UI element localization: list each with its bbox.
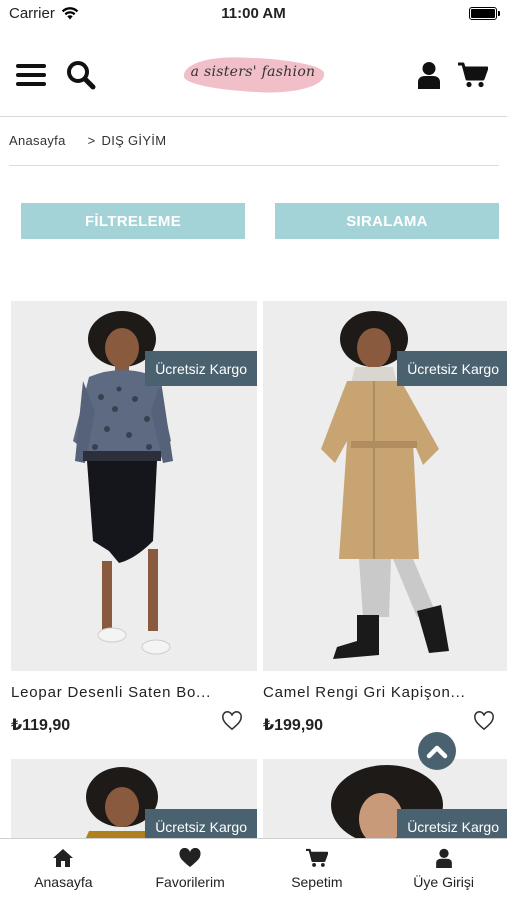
account-button[interactable] — [412, 58, 446, 92]
favorite-heart-icon[interactable] — [221, 711, 243, 731]
bottom-tab-bar: Anasayfa Favorilerim Sepetim Üye Girişi — [0, 838, 507, 900]
breadcrumb-separator: > — [87, 133, 96, 148]
product-name[interactable]: Camel Rengi Gri Kapişon... — [263, 684, 485, 701]
tab-favorites[interactable]: Favorilerim — [127, 839, 254, 900]
sort-button[interactable]: SIRALAMA — [275, 203, 499, 239]
product-image[interactable]: Ücretsiz Kargo — [263, 301, 507, 671]
product-image[interactable]: Ücretsiz Kargo — [11, 759, 257, 849]
product-card[interactable]: Ücretsiz Kargo — [11, 759, 257, 849]
free-shipping-badge: Ücretsiz Kargo — [397, 351, 507, 386]
chevron-up-icon — [426, 745, 448, 759]
tab-favorites-label: Favorilerim — [155, 874, 225, 890]
search-icon — [67, 61, 96, 90]
tab-login[interactable]: Üye Girişi — [380, 839, 507, 900]
product-price: ₺199,90 — [263, 717, 324, 734]
header-divider — [0, 116, 507, 117]
filter-button[interactable]: FİLTRELEME — [21, 203, 245, 239]
cart-icon — [458, 62, 488, 88]
tab-home-label: Anasayfa — [34, 874, 93, 890]
scroll-to-top-button[interactable] — [418, 732, 456, 770]
search-button[interactable] — [64, 58, 98, 92]
brand-logo-text: a sisters' fashion — [190, 64, 316, 80]
breadcrumb: Anasayfa > DIŞ GİYİM — [9, 133, 166, 148]
brand-logo[interactable]: a sisters' fashion — [180, 52, 326, 100]
cart-icon — [305, 848, 328, 867]
product-price: ₺119,90 — [11, 717, 71, 734]
tab-login-label: Üye Girişi — [413, 874, 474, 890]
hamburger-icon — [16, 64, 46, 86]
heart-icon — [179, 848, 201, 868]
breadcrumb-divider — [9, 165, 499, 166]
cart-button[interactable] — [456, 58, 490, 92]
product-image[interactable]: Ücretsiz Kargo — [263, 759, 507, 849]
breadcrumb-current: DIŞ GİYİM — [101, 133, 167, 148]
tab-home[interactable]: Anasayfa — [0, 839, 127, 900]
user-icon — [435, 848, 452, 868]
user-icon — [418, 62, 440, 89]
tab-cart[interactable]: Sepetim — [254, 839, 381, 900]
breadcrumb-home-link[interactable]: Anasayfa — [9, 133, 66, 148]
free-shipping-badge: Ücretsiz Kargo — [145, 351, 257, 386]
battery-icon — [469, 7, 500, 20]
app-header: a sisters' fashion — [0, 40, 507, 112]
home-icon — [53, 849, 74, 867]
product-name[interactable]: Leopar Desenli Saten Bo... — [11, 684, 233, 701]
product-image[interactable]: Ücretsiz Kargo — [11, 301, 257, 671]
menu-button[interactable] — [14, 58, 48, 92]
clock: 11:00 AM — [221, 5, 286, 22]
tab-cart-label: Sepetim — [291, 874, 343, 890]
status-bar: Carrier 11:00 AM — [0, 0, 507, 28]
product-card[interactable]: Ücretsiz Kargo — [263, 759, 507, 849]
favorite-heart-icon[interactable] — [473, 711, 495, 731]
